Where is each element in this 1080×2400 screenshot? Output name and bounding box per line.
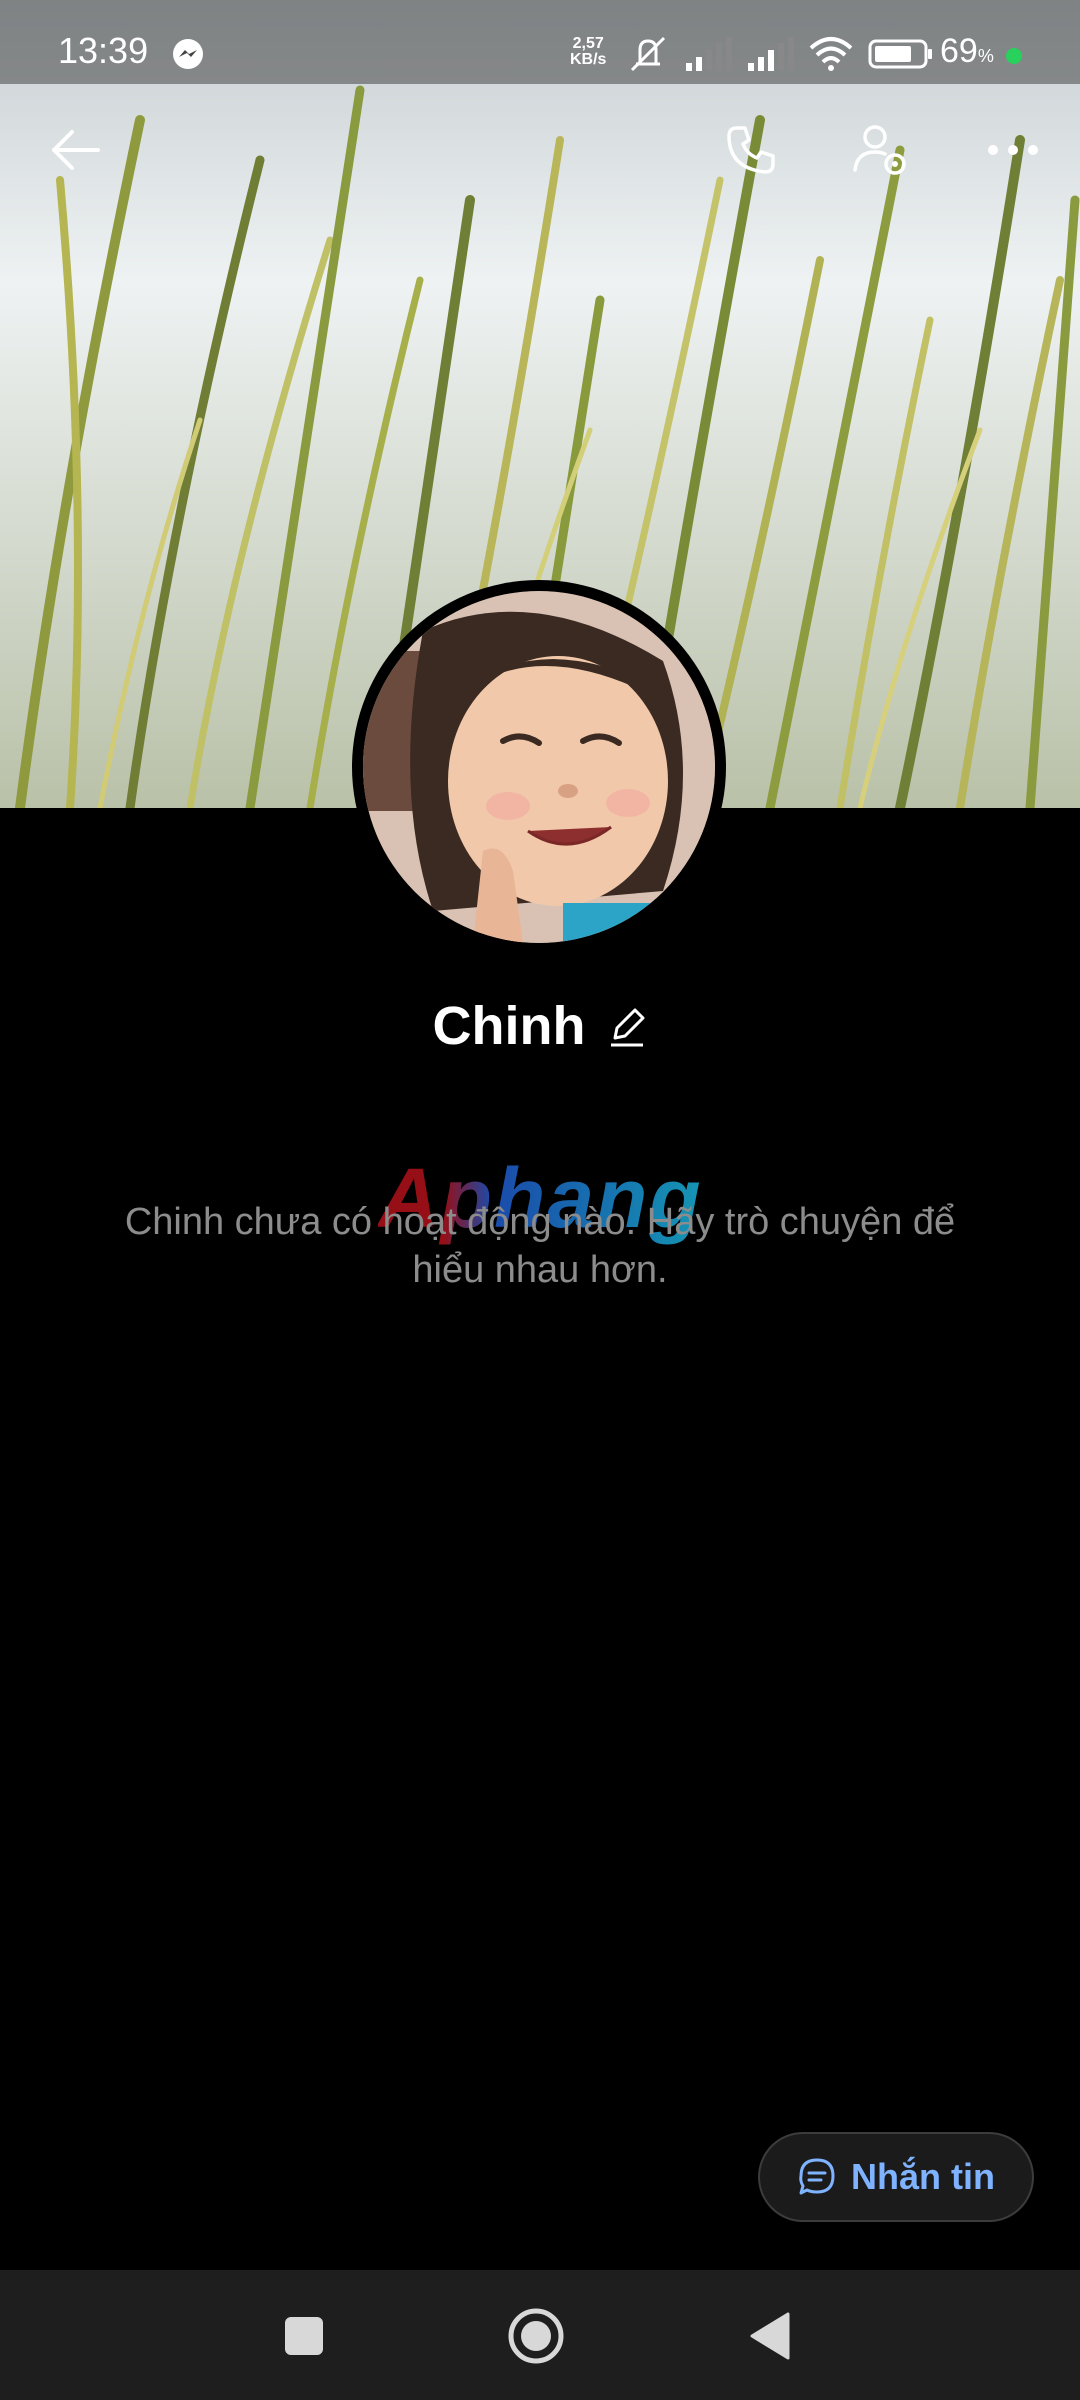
- wifi-icon: [809, 37, 853, 71]
- battery-percent-unit: %: [977, 46, 994, 66]
- system-back-button[interactable]: [740, 2306, 800, 2366]
- chat-bubble-icon: [799, 2158, 835, 2195]
- home-button[interactable]: [506, 2306, 566, 2366]
- status-bar: 13:39 2,57 KB/s 69%: [0, 0, 1080, 84]
- edit-pencil-icon[interactable]: [607, 1004, 647, 1048]
- recents-button[interactable]: [274, 2306, 334, 2366]
- messenger-icon: [173, 39, 203, 69]
- privacy-indicator-dot: [1006, 48, 1022, 64]
- net-speed-value: 2,57: [572, 35, 604, 52]
- avatar[interactable]: [352, 580, 726, 954]
- recents-square-icon: [285, 2317, 323, 2355]
- battery-percent: 69%: [940, 32, 994, 71]
- battery-percent-value: 69: [940, 32, 978, 70]
- avatar-photo: [363, 591, 715, 943]
- avatar-portrait: [363, 591, 715, 943]
- more-options-button[interactable]: [978, 115, 1048, 185]
- signal-2-icon: [748, 37, 794, 71]
- name-row: Chinh: [0, 995, 1080, 1057]
- user-settings-icon: [853, 125, 906, 175]
- battery-icon: [868, 39, 932, 69]
- message-button[interactable]: Nhắn tin: [758, 2132, 1034, 2222]
- profile-settings-button[interactable]: [846, 115, 916, 185]
- back-button[interactable]: [40, 115, 110, 185]
- signal-1-icon: [686, 37, 732, 71]
- system-navigation-bar: [0, 2270, 1080, 2400]
- empty-activity-message: Chinh chưa có hoạt động nào. Hãy trò chu…: [124, 1201, 956, 1291]
- profile-name: Chinh: [432, 996, 586, 1056]
- back-triangle-icon: [750, 2312, 790, 2360]
- status-icons: [626, 34, 934, 74]
- back-arrow-icon: [52, 130, 100, 170]
- status-time: 13:39: [58, 30, 149, 71]
- net-speed-unit: KB/s: [570, 51, 607, 68]
- message-button-label: Nhắn tin: [851, 2156, 995, 2197]
- home-circle-icon: [508, 2308, 564, 2364]
- mute-bell-icon: [630, 36, 666, 72]
- more-icon: [988, 145, 1038, 155]
- call-button[interactable]: [716, 115, 786, 185]
- net-speed: 2,57 KB/s: [570, 36, 606, 68]
- phone-icon: [727, 126, 775, 174]
